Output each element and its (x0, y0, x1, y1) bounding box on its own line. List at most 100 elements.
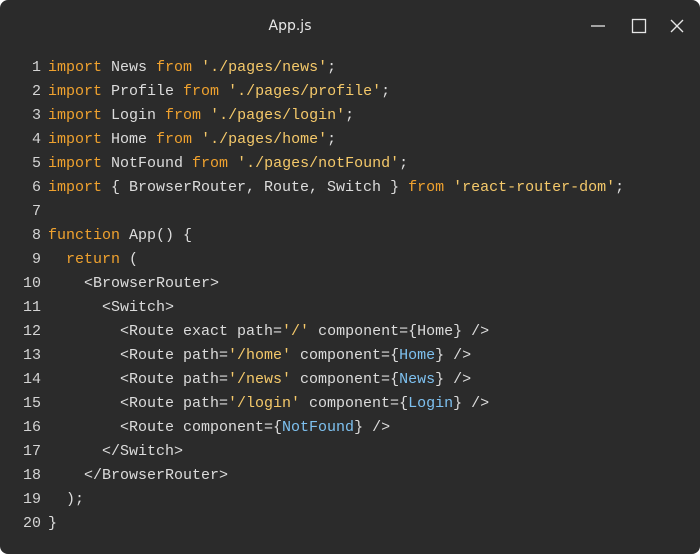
code-token: import (48, 179, 103, 196)
code-token: './pages/profile' (228, 83, 382, 100)
line-number: 7 (31, 203, 41, 220)
code-token: ; (381, 83, 391, 100)
minimize-button[interactable] (586, 14, 610, 38)
code-line: 1 import News from './pages/news'; (0, 56, 700, 80)
minimize-icon (591, 25, 605, 27)
code-line: 8 function App() { (0, 224, 700, 248)
code-token: import (48, 155, 103, 172)
code-token: from (165, 107, 202, 124)
code-line: 12 <Route exact path='/' component={Home… (0, 320, 700, 344)
code-line: 5 import NotFound from './pages/notFound'… (0, 152, 700, 176)
close-button[interactable] (665, 14, 689, 38)
code-token: Home (102, 131, 157, 148)
code-token: <Route component={ (48, 419, 283, 436)
code-token: from (408, 179, 445, 196)
code-line: 2 import Profile from './pages/profile'; (0, 80, 700, 104)
code-token: './pages/notFound' (237, 155, 400, 172)
code-token: ; (345, 107, 355, 124)
code-token: '/login' (228, 395, 301, 412)
code-line: 18 </BrowserRouter> (0, 464, 700, 488)
code-token: import (48, 107, 103, 124)
code-token: component={ (291, 347, 400, 364)
code-token: } /> (354, 419, 391, 436)
title-bar: App.js (0, 0, 700, 52)
code-token: } /> (435, 347, 472, 364)
code-token: './pages/news' (201, 59, 328, 76)
code-token: function (48, 227, 121, 244)
code-token: <Route path= (48, 347, 229, 364)
line-number: 17 (22, 443, 41, 460)
code-line: 20} (0, 512, 700, 536)
code-line: 15 <Route path='/login' component={Login… (0, 392, 700, 416)
code-token: ; (327, 59, 337, 76)
maximize-button[interactable] (627, 14, 651, 38)
code-token: </Switch> (48, 443, 184, 460)
code-token: './pages/login' (210, 107, 346, 124)
code-token: import (48, 59, 103, 76)
code-token: News (102, 59, 157, 76)
code-line: 3 import Login from './pages/login'; (0, 104, 700, 128)
code-editor[interactable]: 1 import News from './pages/news'; 2 import… (0, 56, 700, 536)
code-line: 19 ); (0, 488, 700, 512)
code-token: import (48, 83, 103, 100)
code-token: <Route exact path= (48, 323, 283, 340)
code-token: <BrowserRouter> (48, 275, 220, 292)
code-line: 11 <Switch> (0, 296, 700, 320)
code-token: 'react-router-dom' (453, 179, 616, 196)
code-line: 16 <Route component={NotFound} /> (0, 416, 700, 440)
code-token: './pages/home' (201, 131, 328, 148)
code-line: 13 <Route path='/home' component={Home} … (0, 344, 700, 368)
code-line: 7 (0, 200, 700, 224)
code-token: App() { (120, 227, 193, 244)
line-number: 1 (31, 59, 41, 76)
line-number: 15 (22, 395, 41, 412)
line-number: 13 (22, 347, 41, 364)
code-token: ; (399, 155, 409, 172)
line-number: 12 (22, 323, 41, 340)
line-number: 19 (22, 491, 41, 508)
code-token: '/news' (228, 371, 292, 388)
line-number: 8 (31, 227, 41, 244)
code-token: '/home' (228, 347, 292, 364)
code-token: <Route path= (48, 371, 229, 388)
line-number: 11 (22, 299, 41, 316)
line-number: 9 (31, 251, 41, 268)
window-title: App.js (268, 18, 312, 34)
code-token: import (48, 131, 103, 148)
code-token: component={Home} /> (309, 323, 490, 340)
line-number: 2 (31, 83, 41, 100)
code-token: NotFound (282, 419, 355, 436)
code-line: 14 <Route path='/news' component={News} … (0, 368, 700, 392)
line-number: 3 (31, 107, 41, 124)
code-token: Profile (102, 83, 184, 100)
code-token: component={ (300, 395, 409, 412)
code-token: } /> (453, 395, 490, 412)
line-number: 5 (31, 155, 41, 172)
code-token: Home (399, 347, 436, 364)
code-window: App.js 1 import News from './pages/news';… (0, 0, 700, 554)
line-number: 14 (22, 371, 41, 388)
code-line: 9 return ( (0, 248, 700, 272)
code-token: <Switch> (48, 299, 175, 316)
code-token: component={ (291, 371, 400, 388)
code-token: } (48, 515, 58, 532)
line-number: 18 (22, 467, 41, 484)
code-token: from (156, 131, 193, 148)
line-number: 16 (22, 419, 41, 436)
code-token: <Route path= (48, 395, 229, 412)
code-line: 6 import { BrowserRouter, Route, Switch }… (0, 176, 700, 200)
code-token: return (66, 251, 121, 268)
code-token: from (183, 83, 220, 100)
code-token: from (156, 59, 193, 76)
code-token: NotFound (102, 155, 193, 172)
code-line: 17 </Switch> (0, 440, 700, 464)
code-token: ; (327, 131, 337, 148)
close-icon (670, 19, 684, 33)
code-token: '/' (282, 323, 310, 340)
code-token: </BrowserRouter> (48, 467, 229, 484)
